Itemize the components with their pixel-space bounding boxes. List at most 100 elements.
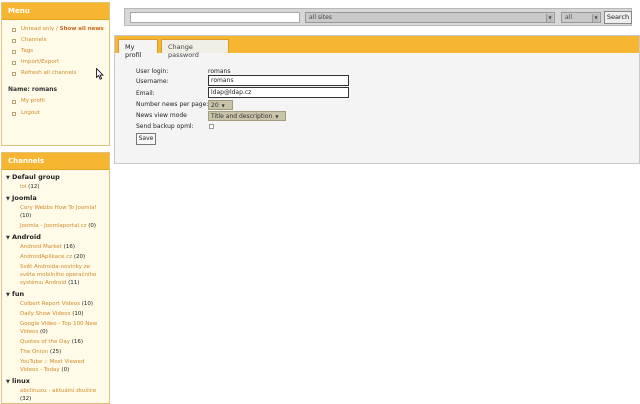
- tab-my-profil[interactable]: My profil: [118, 39, 158, 59]
- menu-item-my-profil[interactable]: My profil: [12, 97, 109, 106]
- channel-item-count: (25): [49, 349, 62, 355]
- menu-item-label[interactable]: Logout: [21, 110, 40, 116]
- channel-group: ▼ Defaul group lol (12): [2, 172, 109, 191]
- channel-item-count: (11): [68, 280, 80, 286]
- bullet-icon: [12, 28, 16, 32]
- backup-label: Send backup opml:: [136, 123, 194, 130]
- channel-item-count: (10): [72, 311, 84, 317]
- backup-checkbox[interactable]: [209, 124, 214, 129]
- menu-item-label[interactable]: My profil: [21, 98, 45, 104]
- bullet-icon: [12, 50, 16, 54]
- channel-item[interactable]: Cory Webbs How To Joomla! (10): [6, 204, 109, 220]
- channel-item-label[interactable]: abclinuxu - aktuální zkušice: [20, 388, 96, 394]
- channel-item[interactable]: abclinuxu - aktuální zkušice (32): [6, 387, 109, 403]
- channel-item[interactable]: Svět Androida-novinky ze světa mobilního…: [6, 263, 109, 287]
- channel-group-name: linux: [12, 377, 30, 385]
- username-label: Username:: [136, 78, 169, 85]
- view-mode-label: News view mode: [136, 112, 187, 119]
- channel-item-count: (20): [73, 254, 86, 260]
- sites-select[interactable]: all sites ▼: [305, 12, 555, 23]
- channel-item[interactable]: Quotes of the Day (16): [6, 338, 109, 346]
- channel-group-name: Android: [12, 233, 41, 241]
- channel-item-label[interactable]: Google Video - Top 100 New Videos: [20, 321, 97, 335]
- menu-item-label[interactable]: Channels: [21, 37, 46, 43]
- menu-item-label[interactable]: Import/Export: [21, 59, 59, 65]
- channel-group-title[interactable]: ▼ fun: [6, 289, 109, 300]
- chevron-down-icon: ▼: [546, 14, 553, 22]
- profile-panel: My profil Change password User login: ro…: [114, 35, 640, 164]
- save-button[interactable]: Save: [136, 133, 156, 145]
- menu-title: Menu: [2, 3, 109, 20]
- channel-group-title[interactable]: ▼ linux: [6, 376, 109, 387]
- channel-item[interactable]: Google Video - Top 100 New Videos (0): [6, 320, 109, 336]
- menu-item-unread-label[interactable]: Unread only: [21, 26, 54, 32]
- menu-item-show-all[interactable]: Show all news: [60, 26, 104, 32]
- channel-item-count: (16): [71, 339, 84, 345]
- search-button[interactable]: Search: [604, 11, 632, 24]
- channel-item[interactable]: Colbert Report Videos (10): [6, 300, 109, 308]
- user-name-line: Name: romans: [8, 86, 58, 93]
- scope-select[interactable]: all ▼: [561, 12, 601, 23]
- tab-bar: My profil Change password: [115, 36, 639, 59]
- username-field[interactable]: romans: [208, 75, 349, 86]
- channel-group: ▼ fun Colbert Report Videos (10) Daily Show…: [2, 289, 109, 374]
- channels-title: Channels: [2, 153, 109, 170]
- channel-item[interactable]: The Onion (25): [6, 348, 109, 356]
- view-mode-select[interactable]: Title and description ▼: [208, 111, 286, 121]
- menu-panel: Menu Unread only / Show all news Channel…: [1, 2, 110, 146]
- channel-item-label[interactable]: Colbert Report Videos: [20, 301, 80, 307]
- search-bar: all sites ▼ all ▼ Search: [124, 8, 632, 26]
- bullet-icon: [12, 112, 16, 116]
- tab-change-password[interactable]: Change password: [161, 39, 229, 59]
- menu-item-import-export[interactable]: Import/Export: [12, 58, 109, 67]
- channel-item-count: (0): [40, 329, 48, 335]
- channel-group-name: fun: [12, 290, 25, 298]
- bullet-icon: [12, 61, 16, 65]
- chevron-down-icon: ▼: [221, 103, 225, 108]
- menu-item-logout[interactable]: Logout: [12, 109, 109, 118]
- mouse-cursor-icon: [96, 68, 104, 80]
- channel-group-title[interactable]: ▼ Android: [6, 232, 109, 243]
- menu-item-tags[interactable]: Tags: [12, 47, 109, 56]
- menu-item-channels[interactable]: Channels: [12, 36, 109, 45]
- bullet-icon: [12, 72, 16, 76]
- channels-panel: Channels ▼ Defaul group lol (12) ▼ Joomla Cor…: [1, 152, 110, 404]
- menu-item-label[interactable]: Refresh all channels: [21, 70, 76, 76]
- email-field[interactable]: ldap@ldap.cz: [208, 87, 349, 98]
- chevron-down-icon: ▼: [275, 114, 279, 119]
- channel-group-title[interactable]: ▼ Joomla: [6, 193, 109, 204]
- channel-item-label[interactable]: YouTube :: Most Viewed Videos - Today: [20, 359, 84, 373]
- channel-group-name: Joomla: [12, 194, 37, 202]
- channel-group-title[interactable]: ▼ Defaul group: [6, 172, 109, 183]
- channel-item[interactable]: YouTube :: Most Viewed Videos - Today (0…: [6, 358, 109, 374]
- channel-item-count: (10): [81, 301, 94, 307]
- channel-group: ▼ Android Android Market (16) AndroidAplika…: [2, 232, 109, 287]
- news-per-page-select[interactable]: 20 ▼: [208, 100, 233, 110]
- bullet-icon: [12, 100, 16, 104]
- channel-item[interactable]: Daily Show Videos (10): [6, 310, 109, 318]
- search-input[interactable]: [130, 12, 300, 23]
- view-mode-value: Title and description: [211, 113, 273, 120]
- menu-item-unread-toggle[interactable]: Unread only / Show all news: [12, 25, 109, 34]
- channel-item[interactable]: Android Market (16): [6, 243, 109, 251]
- menu-item-label[interactable]: Tags: [21, 48, 33, 54]
- channel-item[interactable]: AndroidAplikace.cz (20): [6, 253, 109, 261]
- channel-item-label[interactable]: Quotes of the Day: [20, 339, 70, 345]
- menu-item-refresh[interactable]: Refresh all channels: [12, 69, 109, 78]
- channel-item[interactable]: Joomla - Joomlaportal.cz (0): [6, 222, 109, 230]
- scope-select-value: all: [565, 14, 573, 21]
- channel-item-label[interactable]: Joomla - Joomlaportal.cz: [20, 223, 87, 229]
- channel-item-count: (16): [63, 244, 75, 250]
- channel-item-label[interactable]: Android Market: [20, 244, 62, 250]
- channel-group: ▼ Joomla Cory Webbs How To Joomla! (10) Joo…: [2, 193, 109, 230]
- channel-item-label[interactable]: AndroidAplikace.cz: [20, 254, 72, 260]
- channel-item-label[interactable]: Cory Webbs How To Joomla!: [20, 205, 97, 211]
- channel-item-label[interactable]: Svět Androida-novinky ze světa mobilního…: [20, 264, 96, 286]
- channels-groups: ▼ Defaul group lol (12) ▼ Joomla Cory Webbs H…: [2, 170, 109, 403]
- menu-list: Unread only / Show all news Channels Tag…: [2, 20, 109, 78]
- channel-group: ▼ linux abclinuxu - aktuální zkušice (32): [2, 376, 109, 403]
- channel-item[interactable]: lol (12): [6, 183, 109, 191]
- channel-item-count: (0): [61, 367, 70, 373]
- channel-item-label[interactable]: The Onion: [20, 349, 48, 355]
- channel-item-label[interactable]: Daily Show Videos: [20, 311, 71, 317]
